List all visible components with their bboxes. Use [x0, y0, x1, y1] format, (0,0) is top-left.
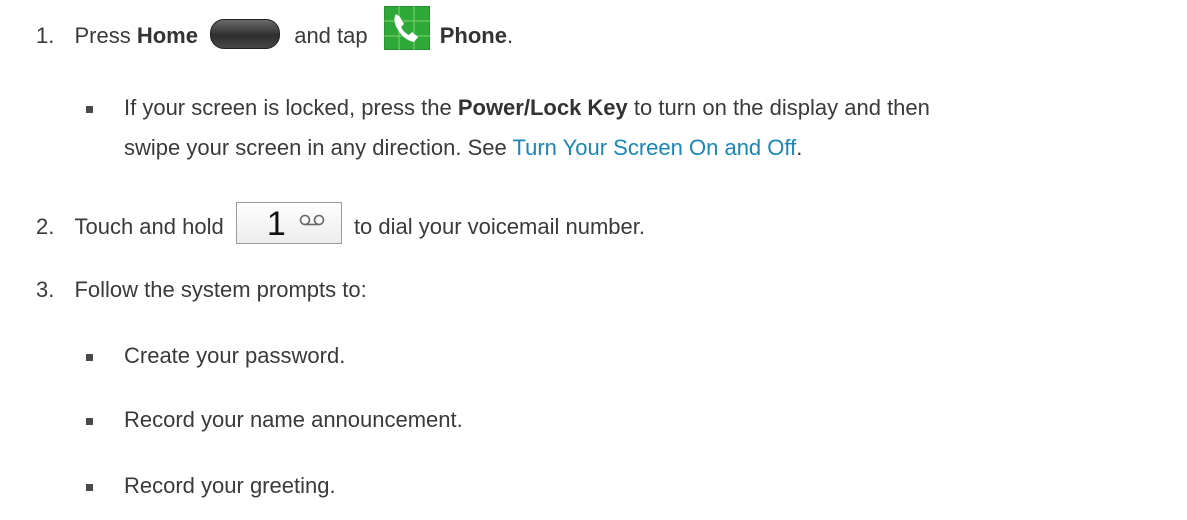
dialpad-key-one: 1: [235, 202, 342, 244]
step-3-number: 3.: [36, 277, 55, 302]
bullet-marker: [86, 106, 93, 113]
step-1-note-line-2: swipe your screen in any direction. See …: [124, 135, 803, 160]
home-label: Home: [136, 23, 198, 48]
step-1-note-line-1: If your screen is locked, press the Powe…: [124, 95, 930, 120]
bullet-marker: [86, 354, 93, 361]
step-2-number: 2.: [36, 213, 55, 239]
voicemail-icon: [299, 214, 325, 226]
turn-screen-on-off-link[interactable]: Turn Your Screen On and Off: [512, 135, 796, 160]
phone-label: Phone: [439, 23, 507, 48]
key-digit: 1: [266, 205, 286, 243]
bullet-marker: [86, 484, 93, 491]
step-1-number: 1.: [36, 23, 55, 48]
list-item: Record your greeting.: [124, 473, 336, 498]
bullet-marker: [86, 418, 93, 425]
step-3: 3. Follow the system prompts to:: [36, 277, 367, 302]
power-lock-key-label: Power/Lock Key: [457, 95, 628, 120]
phone-app-icon: [383, 6, 430, 51]
step-1: 1. Press Home and tap Phone.: [36, 6, 513, 51]
home-key-icon: [210, 19, 281, 50]
list-item: Record your name announcement.: [124, 407, 463, 432]
instruction-document: 1. Press Home and tap Phone. If your scr…: [0, 0, 1187, 520]
list-item: Create your password.: [124, 343, 346, 368]
step-2: 2. Touch and hold 1 to dial your voicema…: [36, 202, 645, 244]
